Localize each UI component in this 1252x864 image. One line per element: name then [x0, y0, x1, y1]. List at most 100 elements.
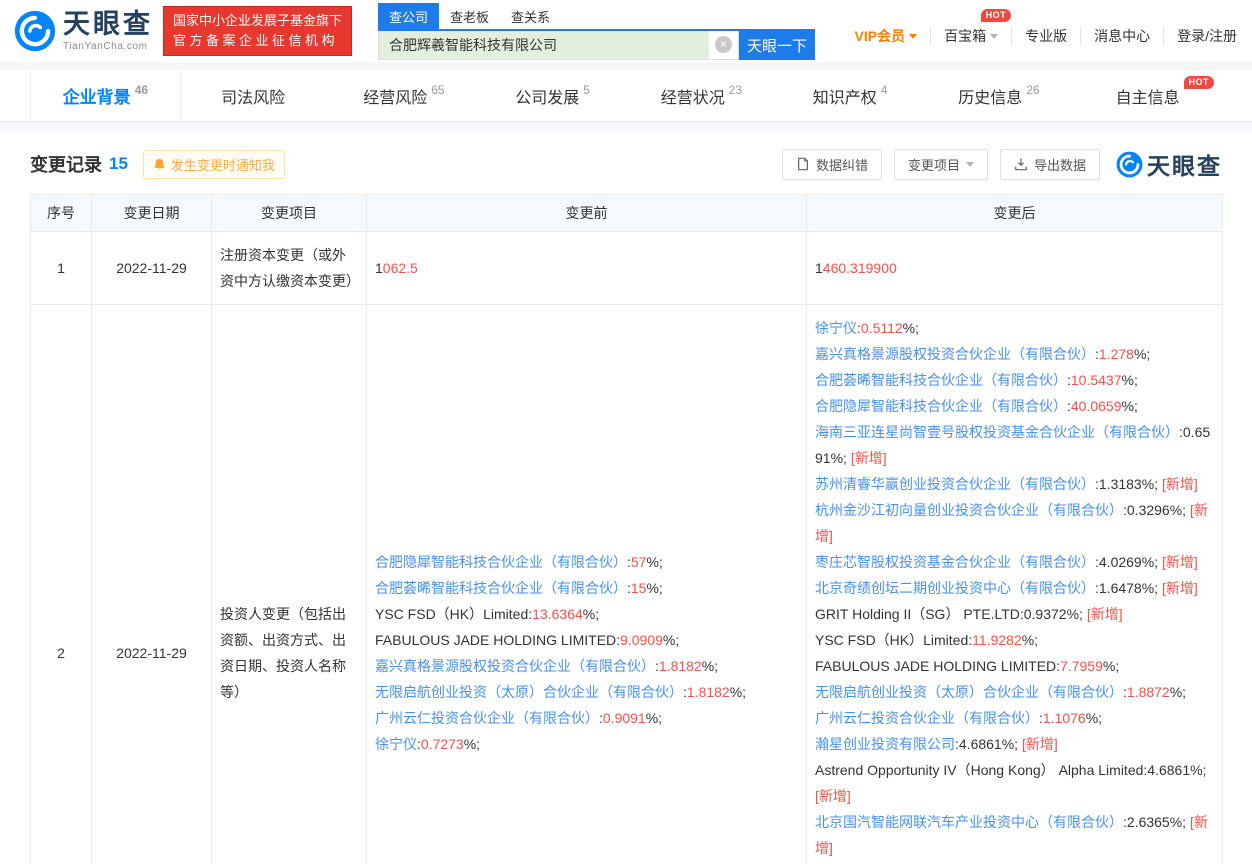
menu-login[interactable]: 登录/注册: [1163, 26, 1250, 46]
investor-entry: 广州云仁投资合伙企业（有限合伙）:0.9091%;: [375, 705, 798, 731]
entry-text: :2.6365%;: [1123, 814, 1190, 830]
investor-entry: 枣庄芯智股权投资基金合伙企业（有限合伙）:4.0269%; [新增]: [815, 549, 1214, 575]
search-input[interactable]: [378, 31, 709, 60]
investor-entry: 合肥隐犀智能科技合伙企业（有限合伙）:57%;: [375, 549, 798, 575]
investor-entry: 广州云仁投资合伙企业（有限合伙）:1.1076%;: [815, 705, 1214, 731]
company-link[interactable]: 苏州清睿华赢创业投资合伙企业（有限合伙）: [815, 476, 1095, 492]
investor-entry: 海南三亚连星尚智壹号股权投资基金合伙企业（有限合伙）:0.6591%; [新增]: [815, 419, 1214, 471]
company-link[interactable]: 合肥隐犀智能科技合伙企业（有限合伙）: [375, 554, 627, 570]
company-link[interactable]: 无限启航创业投资（太原）合伙企业（有限合伙）: [815, 684, 1123, 700]
tab-self-info[interactable]: 自主信息 HOT: [1073, 70, 1222, 121]
company-link[interactable]: 合肥荟晞智能科技合伙企业（有限合伙）: [815, 372, 1067, 388]
company-link[interactable]: 嘉兴真格景源股权投资合伙企业（有限合伙）: [375, 658, 655, 674]
company-link[interactable]: 徐宁仪: [375, 736, 417, 752]
investor-entry: 瀚星创业投资有限公司:4.6861%; [新增]: [815, 731, 1214, 757]
before-change-cell: 1062.5: [367, 232, 807, 305]
search-clear-button[interactable]: ×: [709, 31, 739, 60]
export-data-button[interactable]: 导出数据: [1000, 149, 1100, 180]
search-tab-company[interactable]: 查公司: [378, 3, 439, 29]
entry-text: %;: [702, 658, 718, 674]
tianyancha-logo-icon: [1116, 151, 1143, 178]
search-tab-boss[interactable]: 查老板: [439, 3, 500, 29]
top-menu: VIP会员 HOT 百宝箱 专业版 消息中心 登录/注册: [842, 26, 1250, 46]
entry-text: %;: [1122, 398, 1138, 414]
tab-label: 公司发展: [515, 84, 579, 108]
company-link[interactable]: 徐宁仪: [815, 320, 857, 336]
investor-entry: GRIT Holding II（SG） PTE.LTD:0.9372%; [新增…: [815, 601, 1214, 627]
entry-text: %;: [464, 736, 480, 752]
tab-operating-risk[interactable]: 经营风险 65: [330, 70, 479, 121]
entry-text: %;: [1086, 710, 1102, 726]
entry-text: 1: [375, 260, 383, 276]
company-link[interactable]: 广州云仁投资合伙企业（有限合伙）: [815, 710, 1039, 726]
company-link[interactable]: 海南三亚连星尚智壹号股权投资基金合伙企业（有限合伙）: [815, 424, 1179, 440]
entry-text: %;: [646, 580, 662, 596]
menu-toolbox[interactable]: HOT 百宝箱: [930, 26, 1011, 46]
investor-entry: 嘉兴真格景源股权投资合伙企业（有限合伙）:1.278%;: [815, 341, 1214, 367]
tab-history-info[interactable]: 历史信息 26: [925, 70, 1074, 121]
company-link[interactable]: 无限启航创业投资（太原）合伙企业（有限合伙）: [375, 684, 683, 700]
company-link[interactable]: 杭州金沙江初向量创业投资合伙企业（有限合伙）: [815, 502, 1123, 518]
new-tag: [新增]: [1162, 554, 1198, 570]
table-header-row: 序号 变更日期 变更项目 变更前 变更后: [31, 195, 1223, 232]
menu-vip[interactable]: VIP会员: [842, 26, 931, 46]
change-item-cell: 投资人变更（包括出资额、出资方式、出资日期、投资人名称等）: [212, 305, 367, 864]
tab-count: 23: [729, 83, 742, 97]
after-change-cell: 1460.319900: [807, 232, 1223, 305]
entry-text: %;: [903, 320, 919, 336]
tab-label: 司法风险: [221, 84, 285, 108]
brand-name: 天眼查: [63, 11, 153, 38]
search-submit-button[interactable]: 天眼一下: [739, 31, 815, 60]
change-table-body: 12022-11-29注册资本变更（或外资中方认缴资本变更）1062.51460…: [31, 232, 1223, 864]
data-correction-button[interactable]: 数据纠错: [782, 149, 882, 180]
tianyancha-logo[interactable]: 天眼查 TianYanCha.com: [14, 10, 153, 52]
changed-value: 40.0659: [1071, 398, 1122, 414]
company-link[interactable]: 合肥隐犀智能科技合伙企业（有限合伙）: [815, 398, 1067, 414]
search-tab-relation[interactable]: 查关系: [500, 3, 561, 29]
company-link[interactable]: 嘉兴真格景源股权投资合伙企业（有限合伙）: [815, 346, 1095, 362]
company-link[interactable]: 瀚星创业投资有限公司: [815, 736, 955, 752]
tab-operating-status[interactable]: 经营状况 23: [627, 70, 776, 121]
menu-pro-label: 专业版: [1025, 26, 1067, 46]
entry-text: YSC FSD（HK）Limited:: [815, 632, 972, 648]
entry-text: %;: [646, 554, 662, 570]
company-link[interactable]: 枣庄芯智股权投资基金合伙企业（有限合伙）: [815, 554, 1095, 570]
menu-messages[interactable]: 消息中心: [1080, 26, 1163, 46]
entry-text: Astrend Opportunity IV（Hong Kong） Alpha …: [815, 762, 1206, 778]
new-tag: [新增]: [1162, 580, 1198, 596]
investor-entry: 合肥隐犀智能科技合伙企业（有限合伙）:40.0659%;: [815, 393, 1214, 419]
company-link[interactable]: 广州云仁投资合伙企业（有限合伙）: [375, 710, 599, 726]
company-link[interactable]: 北京国汽智能网联汽车产业投资中心（有限合伙）: [815, 814, 1123, 830]
tab-company-background[interactable]: 企业背景 46: [30, 70, 181, 121]
tab-label: 经营状况: [661, 84, 725, 108]
tab-count: 4: [881, 83, 888, 97]
notify-on-change-button[interactable]: 发生变更时通知我: [143, 150, 285, 179]
investor-entry: 1460.319900: [815, 255, 1214, 281]
changed-value: 0.5112: [861, 320, 903, 336]
investor-entry: 北京奇绩创坛二期创业投资中心（有限合伙）:1.6478%; [新增]: [815, 575, 1214, 601]
download-icon: [1014, 157, 1028, 171]
nav-divider: [0, 122, 1252, 132]
col-header-item: 变更项目: [212, 195, 367, 232]
tab-company-development[interactable]: 公司发展 5: [478, 70, 627, 121]
menu-pro[interactable]: 专业版: [1011, 26, 1080, 46]
entry-text: %;: [663, 632, 679, 648]
entry-text: :1.3183%;: [1095, 476, 1162, 492]
changed-value: 062.5: [383, 260, 418, 276]
change-item-filter-button[interactable]: 变更项目: [894, 149, 988, 180]
tab-label: 企业背景: [63, 83, 131, 108]
tab-judicial-risk[interactable]: 司法风险: [181, 70, 330, 121]
badge-line1: 国家中小企业发展子基金旗下: [173, 11, 342, 31]
changed-value: 10.5437: [1071, 372, 1122, 388]
hot-badge: HOT: [981, 9, 1012, 22]
entry-text: FABULOUS JADE HOLDING LIMITED:: [815, 658, 1060, 674]
clear-x-icon: ×: [715, 36, 732, 53]
row-index-cell: 2: [31, 305, 92, 864]
tab-count: 26: [1026, 83, 1039, 97]
badge-line2: 官方备案企业征信机构: [173, 31, 342, 51]
change-record-table: 序号 变更日期 变更项目 变更前 变更后 12022-11-29注册资本变更（或…: [30, 194, 1223, 864]
change-item-cell: 注册资本变更（或外资中方认缴资本变更）: [212, 232, 367, 305]
company-link[interactable]: 合肥荟晞智能科技合伙企业（有限合伙）: [375, 580, 627, 596]
company-link[interactable]: 北京奇绩创坛二期创业投资中心（有限合伙）: [815, 580, 1095, 596]
tab-intellectual-property[interactable]: 知识产权 4: [776, 70, 925, 121]
